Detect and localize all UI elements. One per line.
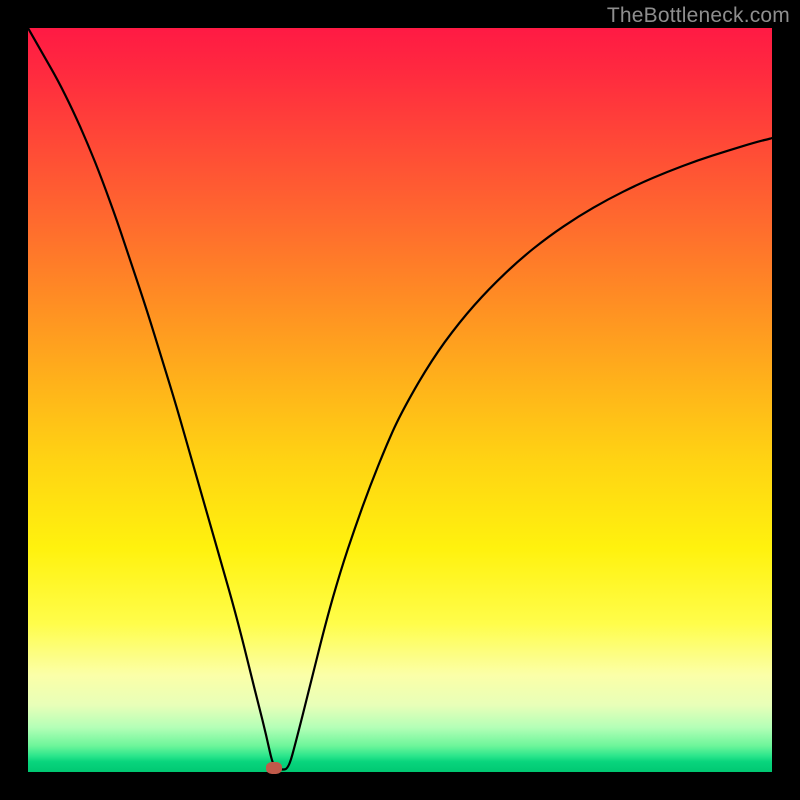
bottleneck-curve <box>28 28 772 770</box>
watermark-text: TheBottleneck.com <box>607 4 790 28</box>
chart-frame: TheBottleneck.com <box>0 0 800 800</box>
plot-area <box>28 28 772 772</box>
minimum-marker <box>266 762 282 774</box>
curve-layer <box>28 28 772 772</box>
